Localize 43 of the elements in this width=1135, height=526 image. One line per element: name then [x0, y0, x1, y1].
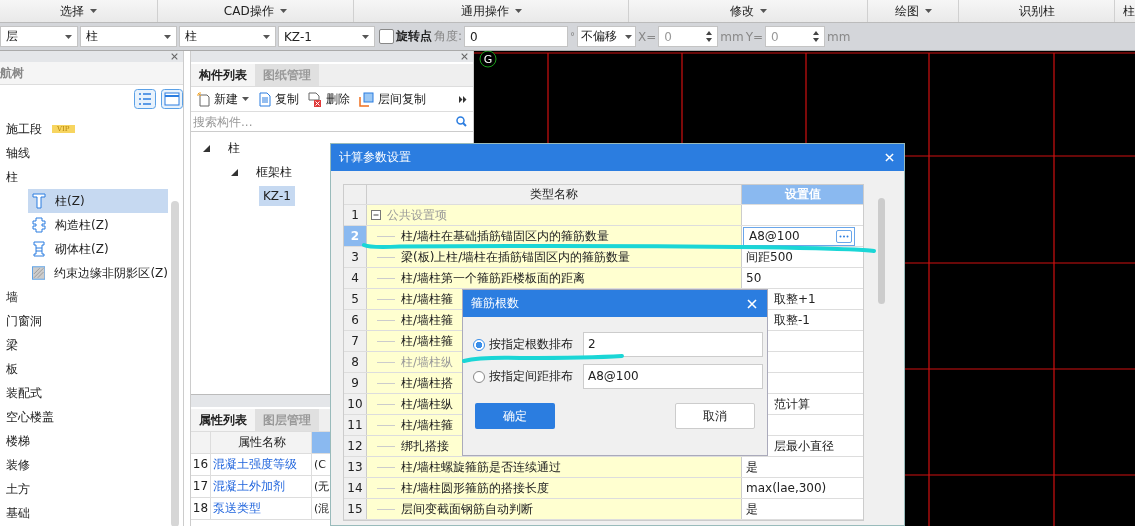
angle-label: 角度: — [434, 28, 463, 45]
unit-label: mm — [720, 29, 744, 44]
option-label: 按指定间距排布 — [489, 368, 574, 385]
setting-name: 柱/墙柱箍 — [401, 311, 454, 329]
setting-name: 层间变截面钢筋自动判断 — [401, 500, 533, 518]
option-label: 按指定根数排布 — [489, 336, 574, 353]
setting-value: 范计算 — [774, 395, 810, 413]
property-value: (无 — [314, 480, 330, 493]
setting-name: 绑扎搭接 — [401, 437, 449, 455]
setting-name: 柱/墙柱纵 — [401, 353, 454, 371]
setting-value: 取整+1 — [774, 290, 816, 308]
setting-name: 柱/墙柱纵 — [401, 395, 454, 413]
setting-name: 柱/墙柱在基础插筋锚固区内的箍筋数量 — [401, 227, 610, 245]
setting-name: 梁(板)上柱/墙柱在插筋锚固区内的箍筋数量 — [401, 248, 631, 266]
property-value: (C — [314, 458, 326, 471]
setting-value: 间距500 — [746, 248, 793, 266]
setting-value: 取整-1 — [774, 311, 810, 329]
row-number: 17 — [191, 476, 211, 497]
dialog-title: 计算参数设置 — [339, 149, 411, 166]
setting-name: 柱/墙柱圆形箍筋的搭接长度 — [401, 479, 550, 497]
setting-name: 柱/墙柱螺旋箍筋是否连续通过 — [401, 458, 562, 476]
group-name: 公共设置项 — [387, 206, 447, 224]
row-number: 18 — [191, 498, 211, 519]
degree-label: ° — [570, 31, 576, 42]
setting-name: 柱/墙柱搭 — [401, 374, 454, 392]
setting-value: 50 — [746, 271, 762, 285]
x-label: X= — [638, 29, 657, 44]
setting-value: 层最小直径 — [774, 437, 834, 455]
unit-label: mm — [827, 29, 851, 44]
row-number: 16 — [191, 454, 211, 475]
rotate-label: 旋转点 — [396, 28, 432, 45]
setting-value: 是 — [746, 458, 758, 476]
panel-title: 航树 — [0, 62, 183, 85]
setting-name: 柱/墙柱箍 — [401, 416, 454, 434]
y-label: Y= — [745, 29, 764, 44]
setting-value: 是 — [746, 500, 758, 518]
setting-name: 柱/墙柱第一个箍筋距楼板面的距离 — [401, 269, 586, 287]
column-header: 设置值 — [742, 185, 863, 204]
dialog-title: 箍筋根数 — [471, 295, 519, 312]
setting-name: 柱/墙柱箍 — [401, 332, 454, 350]
setting-name: 柱/墙柱箍 — [401, 290, 454, 308]
property-value: (混 — [314, 502, 330, 515]
setting-value: max(lae,300) — [746, 481, 827, 495]
